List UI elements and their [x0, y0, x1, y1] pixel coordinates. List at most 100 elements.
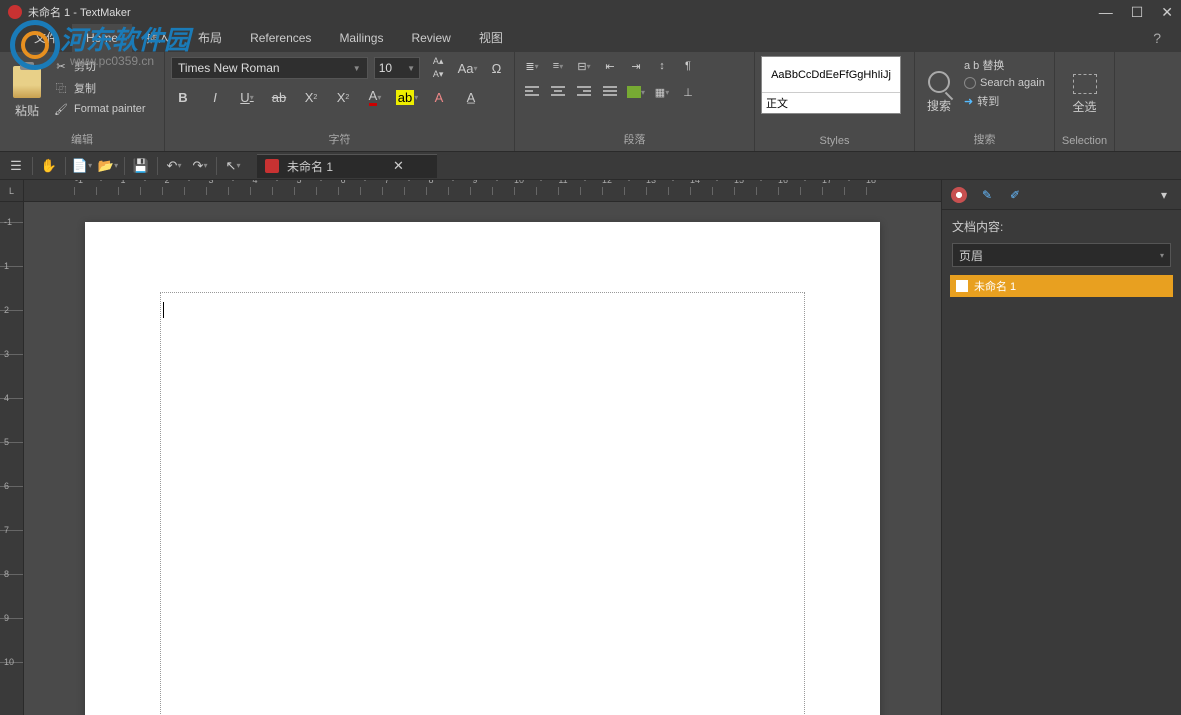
goto-button[interactable]: ➜ 转到 [963, 92, 1048, 110]
indent-button[interactable]: ⇥ [625, 56, 647, 76]
justify-button[interactable] [599, 82, 621, 102]
panel-tab-2[interactable]: ✎ [978, 186, 996, 204]
menu-布局[interactable]: 布局 [184, 24, 236, 52]
panel-section-selector[interactable]: 页眉▾ [952, 243, 1171, 267]
navigator-tab[interactable] [950, 186, 968, 204]
italic-button[interactable]: I [203, 86, 227, 108]
undo-button[interactable]: ↶▾ [162, 155, 186, 177]
align-right-button[interactable] [573, 82, 595, 102]
align-center-button[interactable] [547, 82, 569, 102]
highlight-button[interactable]: ab▾ [395, 86, 419, 108]
search-button[interactable]: 搜索 [921, 56, 957, 129]
tab-close-button[interactable]: ✕ [393, 158, 404, 174]
close-button[interactable]: ✕ [1161, 4, 1173, 21]
item-checkbox-icon [956, 280, 968, 292]
search-again-icon [964, 77, 976, 89]
horizontal-ruler[interactable]: -1·1·2·3·4·5·6·7·8·9·10·11·12·13·14·15·1… [24, 180, 941, 202]
selection-icon [1073, 74, 1097, 94]
menu-文件[interactable]: 文件 [20, 24, 72, 52]
bullets-button[interactable]: ≣▾ [521, 56, 543, 76]
text-cursor [163, 302, 164, 318]
underline-button[interactable]: U▾ [235, 86, 259, 108]
ruler-corner[interactable]: L [0, 180, 24, 202]
style-gallery[interactable]: AaBbCcDdEeFfGgHhIiJj 正文 [761, 56, 901, 114]
symbol-button[interactable]: Ω [485, 57, 508, 79]
quick-toolbar: ☰ ✋ 📄▾ 📂▾ 💾 ↶▾ ↷▾ ↖▾ 未命名 1 ✕ [0, 152, 1181, 180]
panel-document-item[interactable]: 未命名 1 [950, 275, 1173, 297]
margin-guides [160, 292, 805, 715]
cut-button[interactable]: ✂ 剪切 [52, 56, 158, 76]
paste-button[interactable]: 粘贴 [6, 56, 48, 129]
cursor-mode-button[interactable]: ↖▾ [221, 155, 245, 177]
vertical-ruler[interactable]: -112345678910 [0, 202, 24, 715]
search-group: 搜索 a b 替换 Search again ➜ 转到 搜索 [915, 52, 1055, 151]
goto-icon: ➜ [964, 95, 973, 108]
new-doc-button[interactable]: 📄▾ [70, 155, 94, 177]
page-viewport[interactable] [24, 202, 941, 715]
menu-插入[interactable]: 插入 [132, 24, 184, 52]
tabs-button[interactable]: ⊥ [677, 82, 699, 102]
shading-button[interactable]: ▾ [625, 82, 647, 102]
app-icon [8, 5, 22, 19]
redo-button[interactable]: ↷▾ [188, 155, 212, 177]
magnify-icon [928, 71, 950, 93]
format-painter-button[interactable]: 🖌 Format painter [52, 100, 158, 118]
clipboard-group: 粘贴 ✂ 剪切 ⿻ 复制 🖌 Format painter 编辑 [0, 52, 165, 151]
copy-icon: ⿻ [54, 81, 68, 95]
styles-group: AaBbCcDdEeFfGgHhIiJj 正文 Styles [755, 52, 915, 151]
help-button[interactable]: ? [1153, 30, 1181, 46]
change-case-button[interactable]: Aa▾ [456, 57, 479, 79]
minimize-button[interactable]: — [1099, 4, 1113, 21]
menu-references[interactable]: References [236, 24, 325, 52]
paragraph-group: ≣▾ ≡▾ ⊟▾ ⇤ ⇥ ↕ ¶ [515, 52, 755, 151]
save-button[interactable]: 💾 [129, 155, 153, 177]
ribbon-tabs: 文件Home插入布局ReferencesMailingsReview视图 ? [0, 24, 1181, 52]
panel-menu-button[interactable]: ▾ [1155, 186, 1173, 204]
open-doc-button[interactable]: 📂▾ [96, 155, 120, 177]
subscript-button[interactable]: X2 [299, 86, 323, 108]
side-panel: ✎ ✐ ▾ 文档内容: 页眉▾ 未命名 1 [941, 180, 1181, 715]
multilevel-button[interactable]: ⊟▾ [573, 56, 595, 76]
touch-mode-button[interactable]: ✋ [37, 155, 61, 177]
align-left-button[interactable] [521, 82, 543, 102]
brush-icon: 🖌 [54, 102, 68, 116]
workspace: L -1·1·2·3·4·5·6·7·8·9·10·11·12·13·14·15… [0, 180, 1181, 715]
replace-button[interactable]: a b 替换 [963, 56, 1048, 74]
window-title: 未命名 1 - TextMaker [28, 4, 131, 20]
line-spacing-button[interactable]: ↕ [651, 56, 673, 76]
menu-mailings[interactable]: Mailings [325, 24, 397, 52]
select-all-button[interactable]: 全选 [1061, 56, 1108, 133]
show-marks-button[interactable]: ¶ [677, 56, 699, 76]
search-again-button[interactable]: Search again [963, 76, 1048, 90]
character-group: Times New Roman▼ 10▼ A▴ A▾ Aa▾ Ω B I U▾ … [165, 52, 515, 151]
paste-icon [13, 66, 41, 98]
char-format-button[interactable]: A̲ [459, 86, 483, 108]
superscript-button[interactable]: X2 [331, 86, 355, 108]
borders-button[interactable]: ▦▾ [651, 82, 673, 102]
selection-group: 全选 Selection [1055, 52, 1115, 151]
grow-font-button[interactable]: A▴ [426, 56, 450, 67]
strikethrough-button[interactable]: ab [267, 86, 291, 108]
font-selector[interactable]: Times New Roman▼ [171, 57, 368, 79]
ribbon: 粘贴 ✂ 剪切 ⿻ 复制 🖌 Format painter 编辑 [0, 52, 1181, 152]
menu-视图[interactable]: 视图 [465, 24, 517, 52]
panel-tab-3[interactable]: ✐ [1006, 186, 1024, 204]
copy-button[interactable]: ⿻ 复制 [52, 78, 158, 98]
menu-review[interactable]: Review [397, 24, 464, 52]
shrink-font-button[interactable]: A▾ [426, 69, 450, 80]
numbering-button[interactable]: ≡▾ [547, 56, 569, 76]
menu-toggle-button[interactable]: ☰ [4, 155, 28, 177]
panel-header: 文档内容: [942, 210, 1181, 243]
font-color-button[interactable]: A▾ [363, 86, 387, 108]
scissors-icon: ✂ [54, 59, 68, 73]
bold-button[interactable]: B [171, 86, 195, 108]
document-page[interactable] [85, 222, 880, 715]
font-size-selector[interactable]: 10▼ [374, 57, 420, 79]
outdent-button[interactable]: ⇤ [599, 56, 621, 76]
doc-tab-icon [265, 159, 279, 173]
menu-home[interactable]: Home [72, 24, 132, 52]
document-tab[interactable]: 未命名 1 ✕ [257, 154, 437, 178]
clear-format-button[interactable]: A [427, 86, 451, 108]
maximize-button[interactable]: ☐ [1131, 4, 1144, 21]
compass-icon [951, 187, 967, 203]
